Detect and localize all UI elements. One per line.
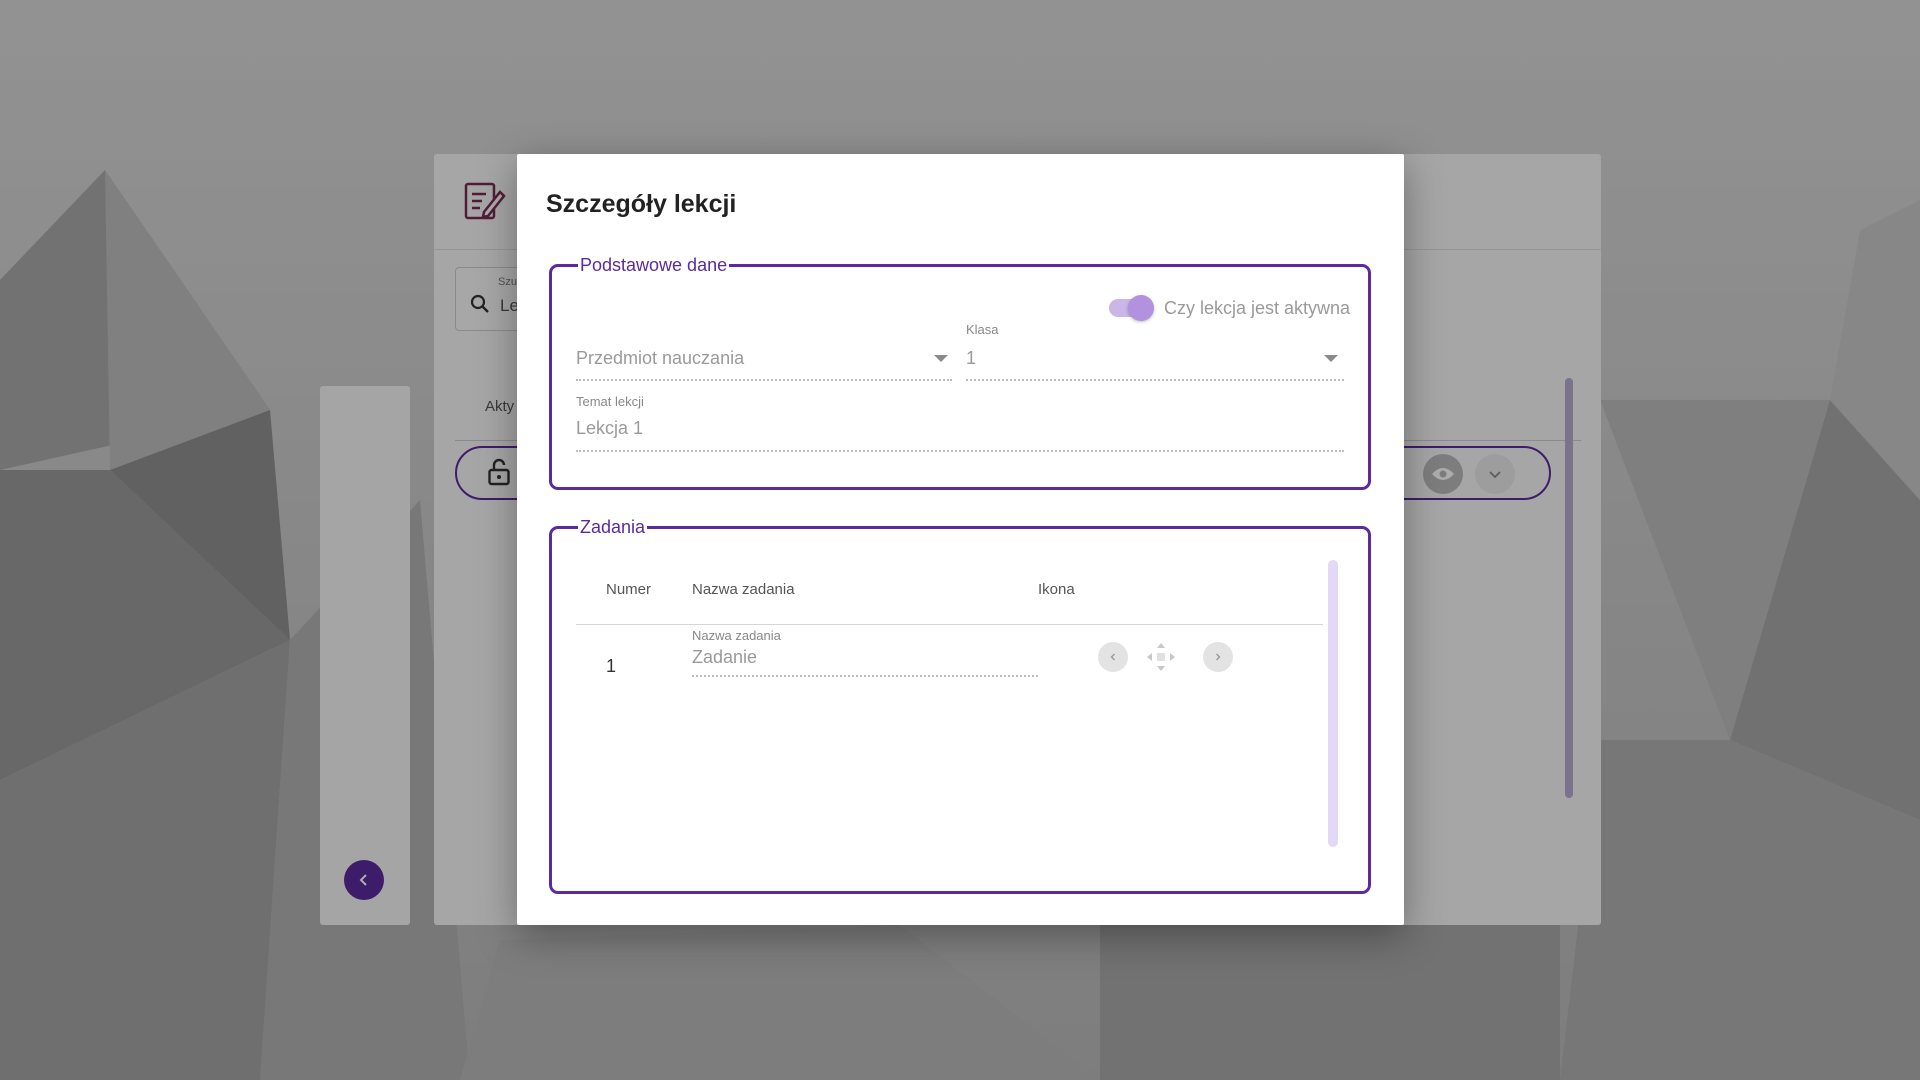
tasks-scrollbar[interactable] xyxy=(1328,560,1338,847)
class-select[interactable]: Klasa 1 xyxy=(966,322,1344,381)
dropdown-arrow-icon xyxy=(1324,355,1338,362)
column-header-icon: Ikona xyxy=(1038,581,1075,598)
lesson-details-dialog: Szczegóły lekcji Podstawowe dane Czy lek… xyxy=(517,154,1404,925)
subject-underline xyxy=(576,379,952,381)
subject-placeholder: Przedmiot nauczania xyxy=(576,348,745,368)
dialog-title: Szczegóły lekcji xyxy=(546,190,737,218)
dropdown-arrow-icon xyxy=(934,355,948,362)
chevron-right-icon xyxy=(1216,653,1221,661)
next-icon-button[interactable] xyxy=(1203,642,1233,672)
table-row: 1 Nazwa zadania Zadanie xyxy=(576,625,1323,695)
class-value: 1 xyxy=(966,348,977,368)
basic-data-legend: Podstawowe dane xyxy=(580,255,728,275)
class-underline xyxy=(966,379,1344,381)
class-label: Klasa xyxy=(966,322,999,337)
task-name-label: Nazwa zadania xyxy=(692,628,781,643)
column-header-number: Numer xyxy=(606,581,652,598)
subject-select[interactable]: Przedmiot nauczania xyxy=(576,344,952,381)
previous-icon-button[interactable] xyxy=(1098,642,1128,672)
topic-input[interactable]: Temat lekcji Lekcja 1 xyxy=(576,394,1344,452)
move-icon[interactable] xyxy=(1145,641,1177,673)
active-toggle[interactable] xyxy=(1128,295,1154,321)
tasks-legend: Zadania xyxy=(580,517,646,537)
chevron-left-icon xyxy=(1110,653,1115,661)
tasks-section: Zadania xyxy=(549,518,1371,894)
topic-value: Lekcja 1 xyxy=(576,418,644,438)
task-name-value: Zadanie xyxy=(692,647,758,667)
column-header-name: Nazwa zadania xyxy=(692,581,795,598)
task-number: 1 xyxy=(606,656,617,676)
active-toggle-label: Czy lekcja jest aktywna xyxy=(1164,298,1351,318)
topic-underline xyxy=(576,450,1344,452)
task-name-underline xyxy=(692,675,1038,677)
task-name-input[interactable]: Nazwa zadania Zadanie xyxy=(692,625,1038,681)
topic-label: Temat lekcji xyxy=(576,394,644,409)
